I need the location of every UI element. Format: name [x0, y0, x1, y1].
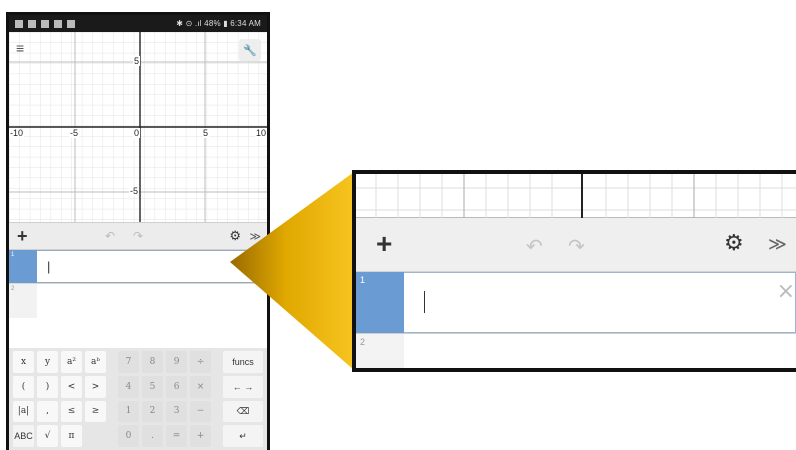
key-sqrt[interactable]: √ [37, 425, 59, 447]
expression-index: 1 [356, 272, 404, 333]
key-x[interactable]: x [13, 351, 34, 373]
key-5[interactable]: 5 [142, 375, 164, 398]
collapse-icon[interactable]: ≫ [768, 234, 787, 255]
key-abs[interactable]: |a| [13, 400, 34, 423]
expression-index: 2 [356, 334, 404, 368]
undo-icon[interactable]: ↶ [105, 229, 115, 243]
status-bar: ✱ ⊙ .ıl 48% ▮ 6:34 AM [9, 15, 267, 32]
x-tick-label: -5 [69, 128, 80, 138]
zoomed-toolbar: + ↶ ↷ ⚙ ≫ [356, 218, 796, 272]
menu-icon[interactable]: ≡ [16, 40, 24, 56]
x-tick-label: 0 [133, 128, 141, 138]
status-right: ✱ ⊙ .ıl 48% ▮ 6:34 AM [176, 19, 261, 28]
x-tick-label: 5 [202, 128, 210, 138]
notification-icon [54, 19, 62, 28]
key-pi[interactable]: π [61, 425, 83, 447]
key-less-than[interactable]: < [61, 375, 83, 398]
key-equals[interactable]: = [166, 425, 188, 447]
expression-row: 2 [356, 334, 796, 368]
key-minus[interactable]: − [190, 400, 212, 423]
x-tick-label: -10 [9, 128, 25, 138]
y-tick-label: 5 [133, 56, 141, 66]
arrow-keys[interactable]: ← → [223, 375, 263, 398]
notification-icon [28, 19, 36, 28]
zoomed-graph-strip [356, 174, 796, 218]
text-cursor [424, 291, 425, 313]
notification-icon [67, 19, 75, 28]
close-icon[interactable]: × [777, 279, 795, 304]
notification-icon [15, 19, 23, 28]
notification-icons [15, 19, 75, 28]
key-open-paren[interactable]: ( [13, 375, 34, 398]
zoomed-grid [356, 174, 796, 218]
add-expression-button[interactable]: + [376, 228, 392, 260]
notification-icon [41, 19, 49, 28]
key-a-power-b[interactable]: aᵇ [85, 351, 107, 373]
key-geq[interactable]: ≥ [85, 400, 107, 423]
key-9[interactable]: 9 [166, 351, 188, 373]
wrench-icon[interactable]: 🔧 [239, 39, 261, 61]
zoomed-expression-panel: + ↶ ↷ ⚙ ≫ 1 × 2 [352, 170, 796, 372]
callout-pointer [230, 172, 354, 370]
expression-index: 2 [9, 284, 37, 318]
key-comma[interactable]: , [37, 400, 59, 423]
expression-input[interactable] [404, 334, 796, 368]
key-close-paren[interactable]: ) [37, 375, 59, 398]
key-8[interactable]: 8 [142, 351, 164, 373]
expression-input[interactable]: × [404, 272, 796, 333]
expression-row: 1 | [9, 250, 267, 284]
key-2[interactable]: 2 [142, 400, 164, 423]
key-3[interactable]: 3 [166, 400, 188, 423]
redo-icon[interactable]: ↷ [133, 229, 143, 243]
key-greater-than[interactable]: > [85, 375, 107, 398]
expression-index: 1 [9, 250, 37, 283]
math-keypad: x y a² aᵇ 7 8 9 ÷ funcs ( ) < > 4 5 6 × … [9, 348, 267, 450]
expression-toolbar: + ↶ ↷ ⚙ ≫ [9, 222, 267, 250]
figure: ✱ ⊙ .ıl 48% ▮ 6:34 AM ≡ 🔧 -10 -5 0 5 10 … [0, 0, 796, 450]
undo-icon[interactable]: ↶ [526, 234, 543, 259]
add-expression-button[interactable]: + [17, 226, 28, 247]
key-decimal[interactable]: . [142, 425, 164, 447]
graph-paper[interactable]: ≡ 🔧 -10 -5 0 5 10 5 -5 [9, 32, 267, 222]
backspace-icon[interactable]: ⌫ [223, 400, 263, 423]
expression-row: 2 [9, 284, 267, 318]
key-6[interactable]: 6 [166, 375, 188, 398]
key-4[interactable]: 4 [118, 375, 140, 398]
key-y[interactable]: y [37, 351, 59, 373]
key-1[interactable]: 1 [118, 400, 140, 423]
x-tick-label: 10 [255, 128, 267, 138]
redo-icon[interactable]: ↷ [568, 234, 585, 259]
key-7[interactable]: 7 [118, 351, 140, 373]
key-leq[interactable]: ≤ [61, 400, 83, 423]
key-a-squared[interactable]: a² [61, 351, 83, 373]
expression-row: 1 × [356, 272, 796, 334]
y-tick-label: -5 [129, 186, 140, 196]
settings-icon[interactable]: ⚙ [724, 230, 744, 256]
key-0[interactable]: 0 [118, 425, 140, 447]
abc-button[interactable]: ABC [13, 425, 34, 447]
key-plus[interactable]: + [190, 425, 212, 447]
enter-icon[interactable]: ↵ [223, 425, 263, 447]
key-multiply[interactable]: × [190, 375, 212, 398]
key-divide[interactable]: ÷ [190, 351, 212, 373]
